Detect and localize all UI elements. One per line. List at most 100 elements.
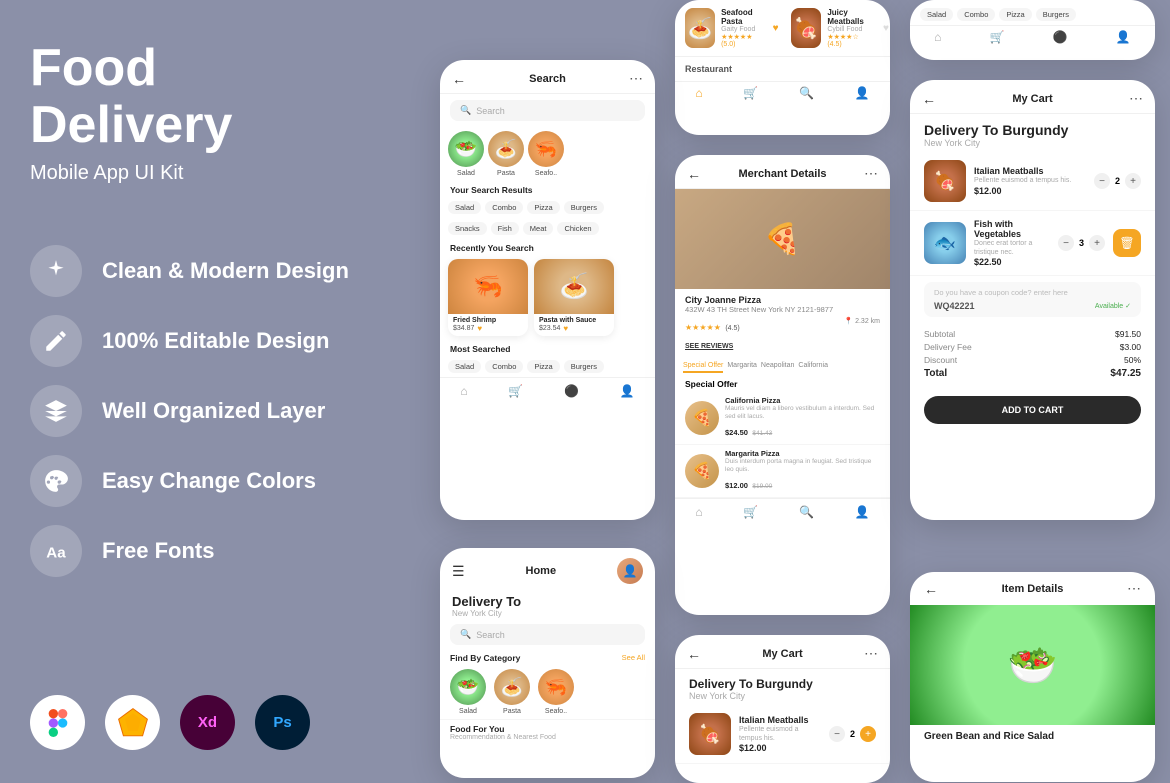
search-screen-title: Search bbox=[466, 73, 629, 85]
cart-bottom-menu[interactable]: ⋯ bbox=[864, 645, 878, 662]
cart-bottom-qty-plus[interactable]: + bbox=[860, 726, 876, 742]
fish-qty-num: 3 bbox=[1079, 238, 1084, 248]
merchant-back-button[interactable]: ← bbox=[687, 166, 701, 182]
cart-bottom-item-desc: Pellente euismod a tempus his. bbox=[739, 725, 821, 743]
fried-shrimp-card[interactable]: 🦐 Fried Shrimp $34.87 ♥ bbox=[448, 259, 528, 336]
feature-label-clean: Clean & Modern Design bbox=[102, 258, 349, 284]
s-nav-user[interactable]: 👤 bbox=[620, 384, 635, 398]
item-menu-button[interactable]: ⋯ bbox=[1127, 580, 1141, 597]
chip-combo-top[interactable]: Combo bbox=[957, 8, 995, 21]
chip-pizza-top[interactable]: Pizza bbox=[999, 8, 1031, 21]
chip-combo[interactable]: Combo bbox=[485, 201, 523, 214]
nav-home-icon[interactable]: ⌂ bbox=[695, 86, 702, 100]
fish-qty-plus[interactable]: + bbox=[1089, 235, 1105, 251]
pasta-label: Pasta bbox=[497, 170, 515, 177]
fish-delete-button[interactable]: 🗑 bbox=[1113, 229, 1141, 257]
s-nav-home[interactable]: ⌂ bbox=[460, 384, 467, 398]
chip-pizza[interactable]: Pizza bbox=[527, 201, 559, 214]
home-cat-pasta[interactable]: 🍝 Pasta bbox=[494, 669, 530, 715]
see-all-link[interactable]: See All bbox=[622, 653, 645, 663]
fish-cart-img: 🐟 bbox=[924, 222, 966, 264]
tag-special[interactable]: Special Offer bbox=[683, 362, 723, 373]
nav-user-icon[interactable]: 👤 bbox=[855, 86, 870, 100]
cart-top-menu[interactable]: ⋯ bbox=[1129, 90, 1143, 107]
chip-burgers[interactable]: Burgers bbox=[564, 201, 604, 214]
nav-cart-2[interactable]: 🛒 bbox=[990, 30, 1005, 44]
meatball-cart-img: 🍖 bbox=[924, 160, 966, 202]
see-reviews-link[interactable]: SEE REVIEWS bbox=[685, 335, 880, 353]
ms-combo[interactable]: Combo bbox=[485, 360, 523, 373]
m-nav-home[interactable]: ⌂ bbox=[695, 505, 702, 519]
search-menu-button[interactable]: ⋯ bbox=[629, 70, 643, 87]
meatballs-name: Juicy Meatballs bbox=[827, 8, 873, 26]
nav-cart-icon[interactable]: 🛒 bbox=[743, 86, 758, 100]
feature-label-organized: Well Organized Layer bbox=[102, 398, 325, 424]
chip-fish[interactable]: Fish bbox=[491, 222, 519, 235]
fonts-icon-circle: Aa bbox=[30, 525, 82, 577]
california-pizza-item[interactable]: 🍕 California Pizza Mauris vel diam a lib… bbox=[675, 392, 890, 445]
meatball-qty-num: 2 bbox=[1115, 176, 1120, 186]
tag-california[interactable]: California bbox=[798, 362, 828, 373]
s-nav-cart[interactable]: 🛒 bbox=[508, 384, 523, 398]
restaurant-label: Restaurant bbox=[675, 56, 890, 81]
cart-bottom-qty-minus[interactable]: − bbox=[829, 726, 845, 742]
cart-bottom-back-button[interactable]: ← bbox=[687, 646, 701, 662]
pasta-price: $23.54 bbox=[539, 325, 560, 332]
item-back-button[interactable]: ← bbox=[924, 581, 938, 597]
chip-salad[interactable]: Salad bbox=[448, 201, 481, 214]
shrimp-price-row: $34.87 ♥ bbox=[453, 324, 523, 333]
m-nav-cart[interactable]: 🛒 bbox=[743, 505, 758, 519]
meatball-qty-plus[interactable]: + bbox=[1125, 173, 1141, 189]
nav-search-icon[interactable]: 🔍 bbox=[799, 86, 814, 100]
meatball-cart-desc: Pellente euismod a tempus his. bbox=[974, 176, 1086, 185]
item-details-title: Item Details bbox=[1002, 583, 1064, 595]
m-nav-user[interactable]: 👤 bbox=[855, 505, 870, 519]
nav-search-2[interactable]: ⚫ bbox=[1053, 30, 1068, 44]
home-cat-salad[interactable]: 🥗 Salad bbox=[450, 669, 486, 715]
food-for-you-section: Food For You Recommendation & Nearest Fo… bbox=[440, 719, 655, 743]
search-back-button[interactable]: ← bbox=[452, 71, 466, 87]
tag-margarita[interactable]: Margarita bbox=[727, 362, 757, 373]
delivery-fee-row: Delivery Fee $3.00 bbox=[924, 342, 1141, 352]
chip-salad-top[interactable]: Salad bbox=[920, 8, 953, 21]
meatball-qty-minus[interactable]: − bbox=[1094, 173, 1110, 189]
s-nav-search[interactable]: ⚫ bbox=[564, 384, 579, 398]
edit-icon bbox=[43, 328, 69, 354]
nav-user-2[interactable]: 👤 bbox=[1116, 30, 1131, 44]
user-avatar[interactable]: 👤 bbox=[617, 558, 643, 584]
cat-salad[interactable]: 🥗 Salad bbox=[448, 131, 484, 177]
margarita-pizza-old-price: $19.00 bbox=[752, 483, 772, 490]
cat-pasta[interactable]: 🍝 Pasta bbox=[488, 131, 524, 177]
home-search-bar[interactable]: 🔍 Search bbox=[450, 624, 645, 645]
merchant-menu-button[interactable]: ⋯ bbox=[864, 165, 878, 182]
nav-home-2[interactable]: ⌂ bbox=[934, 30, 941, 44]
special-offer-heading: Special Offer bbox=[675, 376, 890, 392]
chip-meat[interactable]: Meat bbox=[523, 222, 554, 235]
chip-chicken[interactable]: Chicken bbox=[557, 222, 598, 235]
tag-neapolitan[interactable]: Neapolitan bbox=[761, 362, 794, 373]
sketch-icon bbox=[105, 695, 160, 750]
chip-snacks[interactable]: Snacks bbox=[448, 222, 487, 235]
cat-seafood[interactable]: 🦐 Seafo.. bbox=[528, 131, 564, 177]
search-input-bar[interactable]: 🔍 Search bbox=[450, 100, 645, 121]
home-cat-seafood[interactable]: 🦐 Seafo.. bbox=[538, 669, 574, 715]
ms-burgers[interactable]: Burgers bbox=[564, 360, 604, 373]
total-value: $47.25 bbox=[1110, 368, 1141, 379]
hamburger-icon[interactable]: ☰ bbox=[452, 563, 465, 580]
screen-snippet-top-left: 🍝 Seafood Pasta Gaity Food ★★★★★ (5.0) ♥… bbox=[675, 0, 890, 135]
add-to-cart-button[interactable]: ADD TO CART bbox=[924, 396, 1141, 424]
fish-qty-minus[interactable]: − bbox=[1058, 235, 1074, 251]
home-delivery-area: Delivery To New York City bbox=[440, 590, 655, 620]
search-nav-bar: ⌂ 🛒 ⚫ 👤 bbox=[440, 377, 655, 404]
pasta-sauce-card[interactable]: 🍝 Pasta with Sauce $23.54 ♥ bbox=[534, 259, 614, 336]
m-nav-search[interactable]: 🔍 bbox=[799, 505, 814, 519]
figma-icon bbox=[30, 695, 85, 750]
ms-salad[interactable]: Salad bbox=[448, 360, 481, 373]
salad-circle: 🥗 bbox=[448, 131, 484, 167]
margarita-pizza-item[interactable]: 🍕 Margarita Pizza Duis interdum porta ma… bbox=[675, 445, 890, 498]
total-label: Total bbox=[924, 368, 947, 379]
chip-burgers-top[interactable]: Burgers bbox=[1036, 8, 1076, 21]
cart-top-back-button[interactable]: ← bbox=[922, 91, 936, 107]
ms-pizza[interactable]: Pizza bbox=[527, 360, 559, 373]
home-delivery-city: New York City bbox=[452, 609, 643, 618]
